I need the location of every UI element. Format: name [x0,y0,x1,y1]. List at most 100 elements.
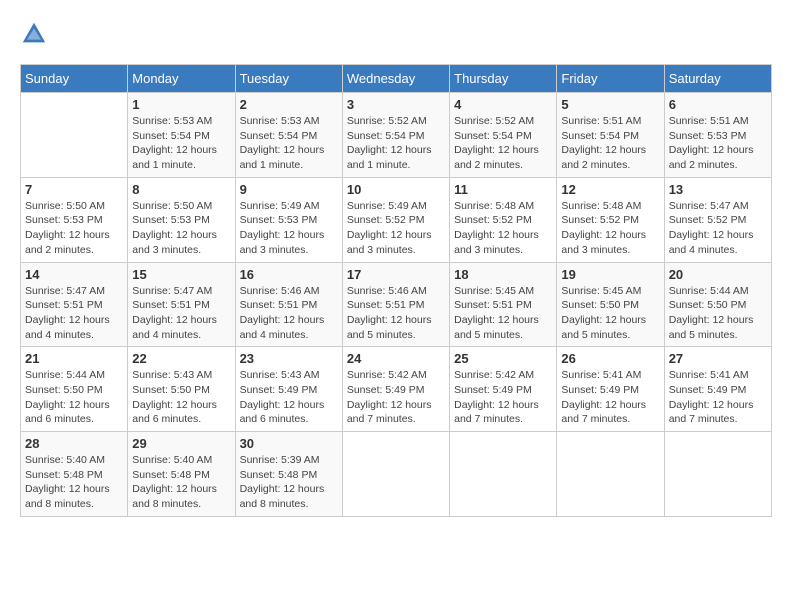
column-header-saturday: Saturday [664,65,771,93]
calendar-cell: 7 Sunrise: 5:50 AM Sunset: 5:53 PM Daylig… [21,177,128,262]
calendar-cell: 1 Sunrise: 5:53 AM Sunset: 5:54 PM Daylig… [128,93,235,178]
week-row-1: 1 Sunrise: 5:53 AM Sunset: 5:54 PM Daylig… [21,93,772,178]
day-info: Sunrise: 5:45 AM Sunset: 5:50 PM Dayligh… [561,284,659,343]
day-info: Sunrise: 5:39 AM Sunset: 5:48 PM Dayligh… [240,453,338,512]
calendar-cell: 13 Sunrise: 5:47 AM Sunset: 5:52 PM Dayli… [664,177,771,262]
day-info: Sunrise: 5:47 AM Sunset: 5:52 PM Dayligh… [669,199,767,258]
column-header-wednesday: Wednesday [342,65,449,93]
calendar-header-row: SundayMondayTuesdayWednesdayThursdayFrid… [21,65,772,93]
day-info: Sunrise: 5:47 AM Sunset: 5:51 PM Dayligh… [132,284,230,343]
day-number: 6 [669,97,767,112]
calendar-cell: 16 Sunrise: 5:46 AM Sunset: 5:51 PM Dayli… [235,262,342,347]
week-row-3: 14 Sunrise: 5:47 AM Sunset: 5:51 PM Dayli… [21,262,772,347]
calendar-cell: 10 Sunrise: 5:49 AM Sunset: 5:52 PM Dayli… [342,177,449,262]
calendar-cell: 6 Sunrise: 5:51 AM Sunset: 5:53 PM Daylig… [664,93,771,178]
week-row-2: 7 Sunrise: 5:50 AM Sunset: 5:53 PM Daylig… [21,177,772,262]
calendar-cell: 9 Sunrise: 5:49 AM Sunset: 5:53 PM Daylig… [235,177,342,262]
calendar-cell [450,432,557,517]
calendar-cell: 14 Sunrise: 5:47 AM Sunset: 5:51 PM Dayli… [21,262,128,347]
calendar-cell: 18 Sunrise: 5:45 AM Sunset: 5:51 PM Dayli… [450,262,557,347]
calendar-cell: 27 Sunrise: 5:41 AM Sunset: 5:49 PM Dayli… [664,347,771,432]
calendar-cell: 26 Sunrise: 5:41 AM Sunset: 5:49 PM Dayli… [557,347,664,432]
day-number: 5 [561,97,659,112]
day-number: 26 [561,351,659,366]
day-number: 20 [669,267,767,282]
calendar-cell: 24 Sunrise: 5:42 AM Sunset: 5:49 PM Dayli… [342,347,449,432]
week-row-5: 28 Sunrise: 5:40 AM Sunset: 5:48 PM Dayli… [21,432,772,517]
calendar-cell [557,432,664,517]
day-info: Sunrise: 5:49 AM Sunset: 5:53 PM Dayligh… [240,199,338,258]
day-info: Sunrise: 5:43 AM Sunset: 5:50 PM Dayligh… [132,368,230,427]
calendar-cell: 29 Sunrise: 5:40 AM Sunset: 5:48 PM Dayli… [128,432,235,517]
day-info: Sunrise: 5:43 AM Sunset: 5:49 PM Dayligh… [240,368,338,427]
calendar-cell: 2 Sunrise: 5:53 AM Sunset: 5:54 PM Daylig… [235,93,342,178]
calendar-cell [342,432,449,517]
calendar-cell: 15Sunrise: 5:47 AM Sunset: 5:51 PM Dayli… [128,262,235,347]
column-header-thursday: Thursday [450,65,557,93]
day-number: 29 [132,436,230,451]
day-info: Sunrise: 5:47 AM Sunset: 5:51 PM Dayligh… [25,284,123,343]
calendar-cell: 19Sunrise: 5:45 AM Sunset: 5:50 PM Dayli… [557,262,664,347]
column-header-sunday: Sunday [21,65,128,93]
day-number: 28 [25,436,123,451]
day-info: Sunrise: 5:50 AM Sunset: 5:53 PM Dayligh… [25,199,123,258]
day-number: 16 [240,267,338,282]
day-info: Sunrise: 5:45 AM Sunset: 5:51 PM Dayligh… [454,284,552,343]
day-number: 30 [240,436,338,451]
day-number: 9 [240,182,338,197]
day-info: Sunrise: 5:53 AM Sunset: 5:54 PM Dayligh… [132,114,230,173]
calendar-table: SundayMondayTuesdayWednesdayThursdayFrid… [20,64,772,517]
day-number: 13 [669,182,767,197]
day-info: Sunrise: 5:53 AM Sunset: 5:54 PM Dayligh… [240,114,338,173]
day-number: 4 [454,97,552,112]
day-info: Sunrise: 5:46 AM Sunset: 5:51 PM Dayligh… [347,284,445,343]
day-number: 22 [132,351,230,366]
calendar-cell: 28 Sunrise: 5:40 AM Sunset: 5:48 PM Dayli… [21,432,128,517]
day-info: Sunrise: 5:40 AM Sunset: 5:48 PM Dayligh… [25,453,123,512]
calendar-cell: 8 Sunrise: 5:50 AM Sunset: 5:53 PM Daylig… [128,177,235,262]
day-number: 27 [669,351,767,366]
day-info: Sunrise: 5:50 AM Sunset: 5:53 PM Dayligh… [132,199,230,258]
calendar-cell: 11 Sunrise: 5:48 AM Sunset: 5:52 PM Dayli… [450,177,557,262]
day-info: Sunrise: 5:52 AM Sunset: 5:54 PM Dayligh… [454,114,552,173]
day-info: Sunrise: 5:41 AM Sunset: 5:49 PM Dayligh… [561,368,659,427]
day-number: 7 [25,182,123,197]
day-info: Sunrise: 5:44 AM Sunset: 5:50 PM Dayligh… [25,368,123,427]
column-header-monday: Monday [128,65,235,93]
day-info: Sunrise: 5:51 AM Sunset: 5:54 PM Dayligh… [561,114,659,173]
calendar-cell: 30 Sunrise: 5:39 AM Sunset: 5:48 PM Dayli… [235,432,342,517]
day-info: Sunrise: 5:49 AM Sunset: 5:52 PM Dayligh… [347,199,445,258]
day-number: 2 [240,97,338,112]
calendar-cell: 25 Sunrise: 5:42 AM Sunset: 5:49 PM Dayli… [450,347,557,432]
day-info: Sunrise: 5:41 AM Sunset: 5:49 PM Dayligh… [669,368,767,427]
calendar-cell: 5 Sunrise: 5:51 AM Sunset: 5:54 PM Daylig… [557,93,664,178]
day-number: 18 [454,267,552,282]
calendar-cell: 22 Sunrise: 5:43 AM Sunset: 5:50 PM Dayli… [128,347,235,432]
calendar-cell [21,93,128,178]
day-number: 23 [240,351,338,366]
day-number: 8 [132,182,230,197]
day-number: 24 [347,351,445,366]
calendar-cell: 12Sunrise: 5:48 AM Sunset: 5:52 PM Dayli… [557,177,664,262]
day-info: Sunrise: 5:46 AM Sunset: 5:51 PM Dayligh… [240,284,338,343]
day-number: 17 [347,267,445,282]
day-info: Sunrise: 5:52 AM Sunset: 5:54 PM Dayligh… [347,114,445,173]
column-header-tuesday: Tuesday [235,65,342,93]
day-info: Sunrise: 5:48 AM Sunset: 5:52 PM Dayligh… [454,199,552,258]
day-info: Sunrise: 5:42 AM Sunset: 5:49 PM Dayligh… [347,368,445,427]
day-number: 1 [132,97,230,112]
column-header-friday: Friday [557,65,664,93]
calendar-cell: 21Sunrise: 5:44 AM Sunset: 5:50 PM Dayli… [21,347,128,432]
logo-icon [20,20,48,48]
day-number: 12 [561,182,659,197]
day-info: Sunrise: 5:40 AM Sunset: 5:48 PM Dayligh… [132,453,230,512]
day-info: Sunrise: 5:44 AM Sunset: 5:50 PM Dayligh… [669,284,767,343]
day-info: Sunrise: 5:51 AM Sunset: 5:53 PM Dayligh… [669,114,767,173]
calendar-cell [664,432,771,517]
day-number: 25 [454,351,552,366]
day-number: 10 [347,182,445,197]
day-info: Sunrise: 5:42 AM Sunset: 5:49 PM Dayligh… [454,368,552,427]
logo [20,20,52,48]
day-number: 14 [25,267,123,282]
day-number: 11 [454,182,552,197]
